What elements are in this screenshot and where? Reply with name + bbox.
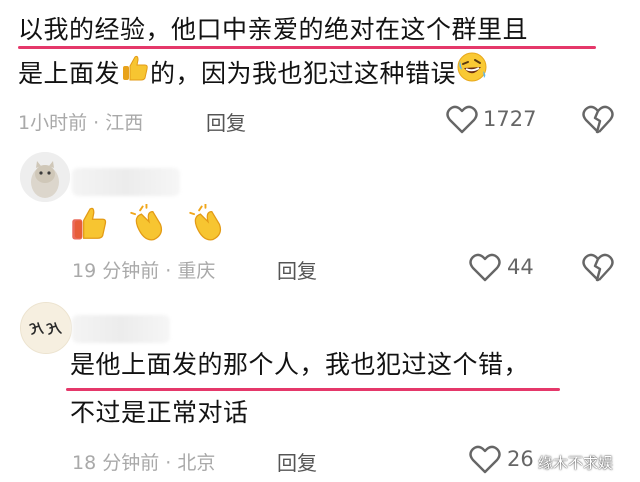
cat-avatar-icon bbox=[20, 152, 70, 202]
comment2-dislike-button[interactable] bbox=[582, 253, 614, 287]
comment1-time-location: 1小时前 · 江西 bbox=[18, 112, 144, 134]
comment3-line2: 不过是正常对话 bbox=[70, 398, 249, 427]
comment3-avatar[interactable] bbox=[20, 302, 72, 354]
comment3-username-blurred[interactable] bbox=[72, 315, 170, 343]
heart-icon bbox=[469, 445, 501, 474]
watermark: 缘木不求娱 bbox=[538, 454, 614, 472]
comment3-like-count: 26 bbox=[507, 447, 534, 471]
heart-icon bbox=[469, 253, 501, 282]
comment1-reply-button[interactable]: 回复 bbox=[206, 107, 246, 136]
comment3-like-button[interactable] bbox=[469, 445, 501, 479]
comment3-line1: 是他上面发的那个人，我也犯过这个错， bbox=[70, 350, 530, 379]
thumbs-up-icon bbox=[120, 50, 150, 100]
comment1-line2: 是上面发 的，因为我也犯过这种错误 bbox=[18, 49, 488, 100]
comment1-like-count: 1727 bbox=[483, 107, 537, 131]
comment2-reply-button[interactable]: 回复 bbox=[277, 255, 317, 284]
comment2-avatar[interactable] bbox=[20, 152, 70, 202]
rolling-laughing-icon bbox=[456, 50, 488, 100]
comment1-dislike-button[interactable] bbox=[582, 105, 614, 139]
comment2-time-location: 19 分钟前 · 重庆 bbox=[72, 260, 216, 282]
comment1-line2-after: 的，因为我也犯过这种错误 bbox=[150, 59, 457, 88]
broken-heart-icon bbox=[582, 105, 614, 134]
comment3-time-location: 18 分钟前 · 北京 bbox=[72, 452, 216, 474]
clapping-hands-icon bbox=[188, 203, 228, 246]
heart-icon bbox=[446, 105, 478, 134]
thumbs-up-icon bbox=[70, 204, 110, 246]
comment1-line2-before: 是上面发 bbox=[18, 59, 121, 88]
comment2-username-blurred[interactable] bbox=[72, 168, 180, 196]
comment2-emoji-row bbox=[70, 203, 228, 246]
broken-heart-icon bbox=[582, 253, 614, 282]
clapping-hands-icon bbox=[129, 203, 169, 246]
comment3-reply-button[interactable]: 回复 bbox=[277, 447, 317, 476]
comment1-like-button[interactable] bbox=[446, 105, 478, 139]
handwriting-avatar-icon bbox=[21, 303, 71, 353]
comment2-like-count: 44 bbox=[507, 255, 534, 279]
comment2-like-button[interactable] bbox=[469, 253, 501, 287]
